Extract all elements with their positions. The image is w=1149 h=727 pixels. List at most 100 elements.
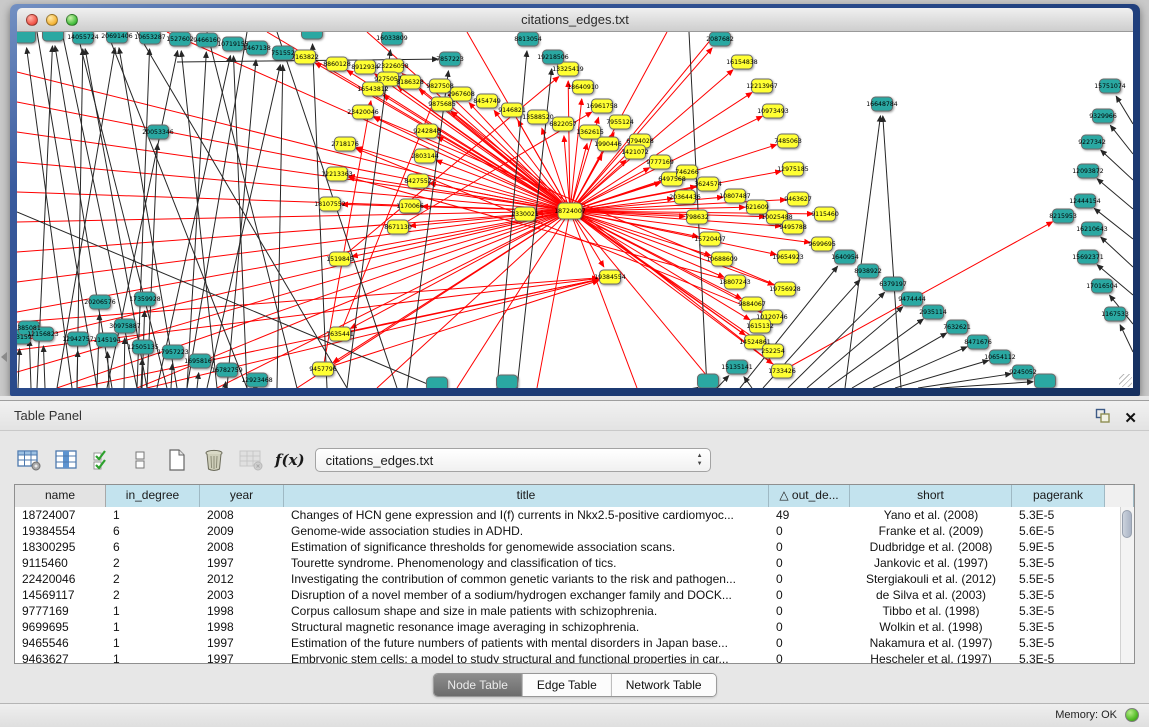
tab-node-table[interactable]: Node Table [433,674,523,696]
cell-pagerank[interactable]: 5.5E-5 [1012,571,1105,587]
cell-out-de-[interactable]: 0 [769,587,850,603]
table-row[interactable]: 977716911998Corpus callosum shape and si… [15,603,1134,619]
memory-status-indicator[interactable] [1125,708,1139,722]
network-view-window[interactable]: citations_edges.txt 18724007716382288601… [10,4,1140,396]
table-row[interactable]: 946362711997Embryonic stem cells: a mode… [15,651,1134,664]
graph-edge[interactable] [225,382,226,388]
graph-node[interactable] [302,32,323,39]
graph-edge[interactable] [570,211,637,388]
graph-edge[interactable] [17,211,570,342]
cell-name[interactable]: 9465546 [15,635,106,651]
cell-in-degree[interactable]: 2 [106,587,200,603]
column-header-in-degree[interactable]: in_degree [106,485,200,507]
cell-in-degree[interactable]: 1 [106,603,200,619]
table-row[interactable]: 911546021997Tourette syndrome. Phenomeno… [15,555,1134,571]
cell-year[interactable]: 2008 [200,539,284,555]
cell-year[interactable]: 1997 [200,555,284,571]
graph-edge[interactable] [895,360,988,388]
window-titlebar[interactable]: citations_edges.txt [17,8,1133,32]
graph-edge[interactable] [1101,150,1133,180]
cell-name[interactable]: 9463627 [15,651,106,664]
cell-title[interactable]: Genome-wide association studies in ADHD. [284,523,769,539]
graph-edge[interactable] [1116,96,1133,124]
cell-short[interactable]: Wolkin et al. (1998) [850,619,1012,635]
table-row[interactable]: 969969511998Structural magnetic resonanc… [15,619,1134,635]
cell-out-de-[interactable]: 0 [769,539,850,555]
cell-short[interactable]: Franke et al. (2009) [850,523,1012,539]
graph-edge[interactable] [297,211,570,388]
table-vertical-scrollbar[interactable] [1120,507,1134,663]
cell-name[interactable]: 18724007 [15,507,106,523]
cell-title[interactable]: Structural magnetic resonance image aver… [284,619,769,635]
cell-pagerank[interactable]: 5.3E-5 [1012,635,1105,651]
column-header-title[interactable]: title [284,485,769,507]
cell-short[interactable]: de Silva et al. (2003) [850,587,1012,603]
column-header-out-de-[interactable]: △ out_de... [769,485,850,507]
graph-edge[interactable] [1110,125,1133,154]
graph-edge[interactable] [436,160,570,211]
table-row[interactable]: 1456911722003Disruption of a novel membe… [15,587,1134,603]
cell-title[interactable]: Estimation of significance thresholds fo… [284,539,769,555]
cell-name[interactable]: 9699695 [15,619,106,635]
cell-name[interactable]: 18300295 [15,539,106,555]
cell-year[interactable]: 2012 [200,571,284,587]
graph-node[interactable] [497,375,518,388]
cell-year[interactable]: 1997 [200,651,284,664]
column-header-short[interactable]: short [850,485,1012,507]
network-canvas[interactable]: 1872400771638228860128891293423226058927… [17,32,1133,388]
cell-name[interactable]: 9777169 [15,603,106,619]
cell-pagerank[interactable]: 5.6E-5 [1012,523,1105,539]
graph-edge[interactable] [207,32,297,388]
graph-edge[interactable] [167,32,570,211]
scrollbar-thumb[interactable] [1122,510,1132,538]
cell-in-degree[interactable]: 1 [106,635,200,651]
cell-year[interactable]: 2008 [200,507,284,523]
cell-title[interactable]: Changes of HCN gene expression and I(f) … [284,507,769,523]
cell-in-degree[interactable]: 1 [106,619,200,635]
cell-pagerank[interactable]: 5.3E-5 [1012,619,1105,635]
cell-out-de-[interactable]: 0 [769,635,850,651]
cell-short[interactable]: Tibbo et al. (1998) [850,603,1012,619]
cell-pagerank[interactable]: 5.3E-5 [1012,555,1105,571]
graph-edge[interactable] [883,116,901,388]
tab-edge-table[interactable]: Edge Table [523,674,612,696]
cell-short[interactable]: Nakamura et al. (1997) [850,635,1012,651]
column-header-year[interactable]: year [200,485,284,507]
graph-edge[interactable] [107,32,247,388]
function-builder-button[interactable]: f(x) [275,451,305,469]
cell-pagerank[interactable]: 5.3E-5 [1012,507,1105,523]
graph-edge[interactable] [171,364,172,388]
graph-edge[interactable] [277,65,283,388]
graph-node[interactable] [43,32,64,41]
graph-edge[interactable] [323,281,599,369]
cell-in-degree[interactable]: 1 [106,651,200,664]
cell-pagerank[interactable]: 5.3E-5 [1012,587,1105,603]
table-row[interactable]: 946554611997Estimation of the future num… [15,635,1134,651]
cell-name[interactable]: 14569117 [15,587,106,603]
cell-in-degree[interactable]: 6 [106,523,200,539]
table-selector-dropdown[interactable]: citations_edges.txt ▲▼ [315,448,711,472]
cell-name[interactable]: 9115460 [15,555,106,571]
graph-edge[interactable] [181,51,217,388]
graph-edge[interactable] [17,211,570,252]
cell-pagerank[interactable]: 5.3E-5 [1012,651,1105,664]
table-row[interactable]: 1938455462009Genome-wide association stu… [15,523,1134,539]
cell-year[interactable]: 2003 [200,587,284,603]
cell-in-degree[interactable]: 2 [106,571,200,587]
cell-name[interactable]: 22420046 [15,571,106,587]
table-row[interactable]: 1872400712008Changes of HCN gene express… [15,507,1134,523]
cell-year[interactable]: 2009 [200,523,284,539]
graph-edge[interactable] [697,387,698,388]
cell-short[interactable]: Dudbridge et al. (2008) [850,539,1012,555]
graph-edge[interactable] [124,338,125,388]
cell-short[interactable]: Yano et al. (2008) [850,507,1012,523]
cell-in-degree[interactable]: 2 [106,555,200,571]
cell-year[interactable]: 1997 [200,635,284,651]
graph-edge[interactable] [43,346,45,388]
cell-out-de-[interactable]: 0 [769,523,850,539]
cell-out-de-[interactable]: 49 [769,507,850,523]
table-settings-button[interactable] [14,446,44,474]
collapse-panel-arrow-icon[interactable] [1,352,7,362]
graph-edge[interactable] [77,32,167,388]
cell-pagerank[interactable]: 5.3E-5 [1012,603,1105,619]
